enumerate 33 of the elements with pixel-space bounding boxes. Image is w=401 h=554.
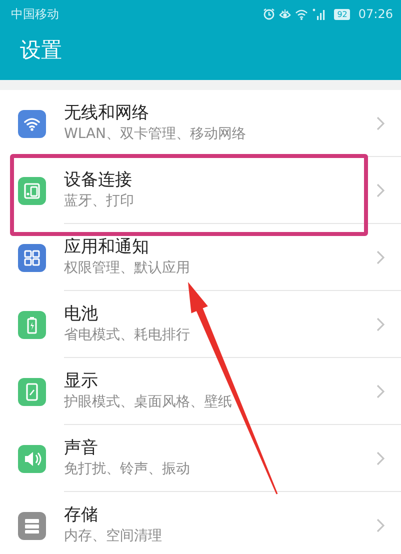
chevron-icon [376,384,385,398]
item-title: 无线和网络 [64,102,150,124]
settings-item[interactable]: 存储 内存、空间清理 [0,492,401,554]
page-title: 设置 [20,37,62,64]
item-subtitle: 内存、空间清理 [64,527,163,546]
chevron-icon [376,450,385,466]
wifi-icon [295,8,308,20]
alarm-icon [263,8,276,20]
item-subtitle: 护眼模式、桌面风格、壁纸 [64,393,233,412]
item-title: 存储 [64,504,99,526]
battery-level: 92 [334,8,350,20]
chevron-icon [376,518,385,532]
settings-item[interactable]: 应用和通知 权限管理、默认应用 [0,224,401,291]
chevron-icon [376,182,385,198]
settings-item[interactable]: 设备连接 蓝牙、打印 [0,157,401,224]
item-subtitle: 蓝牙、打印 [64,192,135,210]
item-title: 声音 [64,438,99,458]
signal-icon [312,8,326,20]
item-subtitle: 免打扰、铃声、振动 [64,460,191,478]
carrier-name: 中国移动 [11,6,59,23]
chevron-icon [376,316,385,332]
item-title: 电池 [64,304,99,324]
item-title: 显示 [64,370,99,392]
item-subtitle: 权限管理、默认应用 [64,259,191,278]
item-title: 应用和通知 [64,236,150,258]
item-subtitle: 省电模式、耗电排行 [64,326,191,344]
item-subtitle: WLAN、双卡管理、移动网络 [64,125,248,144]
settings-item[interactable]: 无线和网络 WLAN、双卡管理、移动网络 [0,90,401,157]
item-title: 设备连接 [64,170,133,190]
eye-icon [279,8,292,20]
chevron-icon [376,250,385,264]
chevron-icon [376,116,385,130]
status-time: 07:26 [358,6,393,23]
